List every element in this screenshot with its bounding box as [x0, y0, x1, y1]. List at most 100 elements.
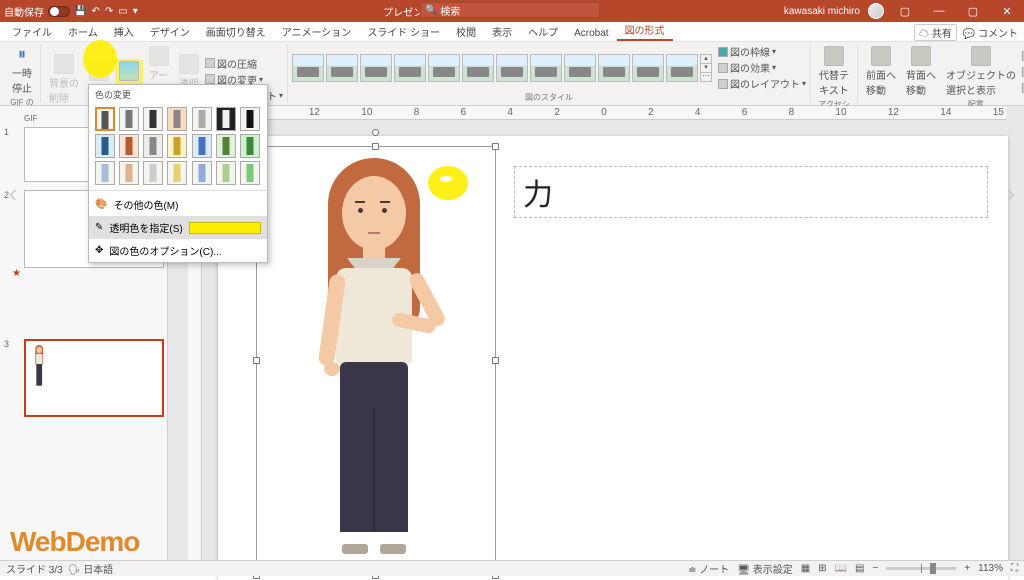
person-image[interactable]: [284, 158, 464, 558]
autosave-toggle[interactable]: [48, 6, 70, 17]
color-swatch[interactable]: [192, 161, 212, 185]
slide-editor[interactable]: 1614121086420246810121415 力: [168, 106, 1024, 560]
tab-view[interactable]: 表示: [484, 22, 520, 41]
gear-icon: ✥: [95, 245, 103, 256]
notes-button[interactable]: ≐ ノート: [688, 561, 729, 576]
color-swatch[interactable]: [216, 107, 236, 131]
redo-icon[interactable]: ↷: [105, 6, 113, 17]
color-swatch[interactable]: [240, 134, 260, 158]
tab-picture-format[interactable]: 図の形式: [617, 20, 673, 41]
maximize-icon[interactable]: ▢: [960, 5, 986, 18]
color-swatch[interactable]: [167, 134, 187, 158]
horizontal-ruler: 1614121086420246810121415: [202, 106, 1006, 120]
group-arrange: 前面へ 移動 背面へ 移動 オブジェクトの 選択と表示 配置 ▾ グループ化 ▾…: [858, 44, 1024, 103]
style-gallery[interactable]: ▴▾⋯: [292, 51, 712, 85]
tab-transitions[interactable]: 画面切り替え: [198, 22, 274, 41]
title-placeholder[interactable]: 力: [514, 166, 988, 218]
color-swatch[interactable]: [240, 107, 260, 131]
compress-button[interactable]: 図の圧縮: [205, 56, 283, 71]
user-name[interactable]: kawasaki michiro: [784, 6, 860, 17]
color-swatch[interactable]: [167, 107, 187, 131]
group-accessibility: 代替テ キスト アクセシビリティ: [811, 44, 858, 103]
color-swatch[interactable]: [192, 134, 212, 158]
search-icon: 🔍: [425, 5, 437, 16]
more-colors-item[interactable]: 🎨その他の色(M): [89, 193, 267, 216]
color-swatch[interactable]: [240, 161, 260, 185]
color-swatch[interactable]: [216, 134, 236, 158]
display-settings[interactable]: 🖥 表示設定: [737, 561, 792, 576]
color-dropdown: 色の変更 🎨その他の色(M) ✎透明色を指定(S) ✥図の色のオプション(C).…: [88, 84, 268, 263]
slideshow-view-icon[interactable]: ▤: [855, 563, 864, 574]
tab-acrobat[interactable]: Acrobat: [566, 26, 616, 41]
color-swatch[interactable]: [216, 161, 236, 185]
color-swatch[interactable]: [119, 134, 139, 158]
save-icon[interactable]: 💾: [74, 6, 86, 17]
zoom-slider[interactable]: [886, 567, 956, 570]
tab-insert[interactable]: 挿入: [106, 22, 142, 41]
color-swatch[interactable]: [95, 107, 115, 131]
tab-review[interactable]: 校閲: [448, 22, 484, 41]
pause-button[interactable]: ⏸一時 停止: [8, 44, 36, 97]
pic-layout-button[interactable]: 図のレイアウト ▾: [718, 76, 806, 91]
tab-home[interactable]: ホーム: [60, 22, 106, 41]
tab-design[interactable]: デザイン: [142, 22, 198, 41]
reading-view-icon[interactable]: 📖: [835, 563, 847, 574]
pic-color-options-item[interactable]: ✥図の色のオプション(C)...: [89, 239, 267, 262]
tab-help[interactable]: ヘルプ: [520, 22, 566, 41]
send-backward-button[interactable]: 背面へ 移動: [902, 44, 940, 99]
prev-chevron-icon[interactable]: ‹: [4, 178, 22, 208]
highlight-scribble: [83, 40, 117, 78]
sorter-view-icon[interactable]: ⊞: [818, 563, 826, 574]
group-styles: ▴▾⋯ 図の枠線 ▾ 図の効果 ▾ 図のレイアウト ▾ 図のスタイル: [288, 44, 811, 103]
zoom-in-icon[interactable]: +: [964, 563, 970, 574]
lang-label[interactable]: 🗣 日本語: [68, 561, 113, 576]
tab-slideshow[interactable]: スライド ショー: [359, 22, 448, 41]
normal-view-icon[interactable]: ▦: [801, 563, 810, 574]
zoom-out-icon[interactable]: −: [872, 563, 878, 574]
color-swatch[interactable]: [192, 107, 212, 131]
color-swatch[interactable]: [95, 161, 115, 185]
undo-icon[interactable]: ↶: [91, 6, 99, 17]
slide-canvas[interactable]: 力: [218, 136, 1008, 580]
ribbon-opts-icon[interactable]: ▢: [892, 5, 918, 18]
set-transparent-item[interactable]: ✎透明色を指定(S): [89, 216, 267, 239]
bring-forward-button[interactable]: 前面へ 移動: [862, 44, 900, 99]
fit-icon[interactable]: ⛶: [1011, 563, 1018, 574]
annotation-scribble: [428, 166, 468, 200]
qat-icon[interactable]: ▭: [118, 6, 127, 17]
color-swatch[interactable]: [167, 161, 187, 185]
zoom-value[interactable]: 113%: [978, 563, 1003, 574]
share-button[interactable]: ☁ 共有: [914, 24, 957, 41]
color-swatch[interactable]: [143, 107, 163, 131]
minimize-icon[interactable]: —: [926, 5, 952, 17]
color-swatch-grid: [89, 104, 267, 188]
color-dd-header: 色の変更: [89, 85, 267, 104]
color-swatch[interactable]: [95, 134, 115, 158]
selection-pane-button[interactable]: オブジェクトの 選択と表示: [942, 44, 1020, 99]
titlebar: 自動保存 💾 ↶ ↷ ▭ ▾ プレゼンテーション1 - PowerPoint 🔍…: [0, 0, 1024, 22]
alt-text-button[interactable]: 代替テ キスト: [815, 44, 853, 99]
tab-file[interactable]: ファイル: [4, 22, 60, 41]
eyedropper-icon: ✎: [95, 222, 103, 233]
search-placeholder: 検索: [440, 3, 460, 18]
close-icon[interactable]: ✕: [994, 5, 1020, 18]
group-gif: ⏸一時 停止 GIF の再生: [4, 44, 41, 103]
color-swatch[interactable]: [119, 107, 139, 131]
tab-animations[interactable]: アニメーション: [274, 22, 360, 41]
search-box[interactable]: 🔍 検索: [420, 2, 600, 18]
avatar[interactable]: [868, 3, 884, 19]
ribbon-tabs: ファイル ホーム 挿入 デザイン 画面切り替え アニメーション スライド ショー…: [0, 22, 1024, 42]
color-swatch[interactable]: [143, 134, 163, 158]
comments-button[interactable]: 💬 コメント: [963, 25, 1018, 40]
quick-access-toolbar: 💾 ↶ ↷ ▭ ▾: [74, 6, 138, 17]
next-chevron-icon[interactable]: ›: [1002, 178, 1020, 208]
gallery-more-icon[interactable]: ▴▾⋯: [700, 54, 712, 82]
remove-bg-button[interactable]: 背景の 削除: [45, 52, 83, 107]
color-swatch[interactable]: [119, 161, 139, 185]
color-swatch[interactable]: [143, 161, 163, 185]
pic-effects-button[interactable]: 図の効果 ▾: [718, 60, 806, 75]
pic-border-button[interactable]: 図の枠線 ▾: [718, 44, 806, 59]
slide-thumb-3[interactable]: [24, 339, 164, 417]
watermark: WebDemo: [10, 526, 139, 558]
slide-counter[interactable]: スライド 3/3: [6, 561, 63, 576]
